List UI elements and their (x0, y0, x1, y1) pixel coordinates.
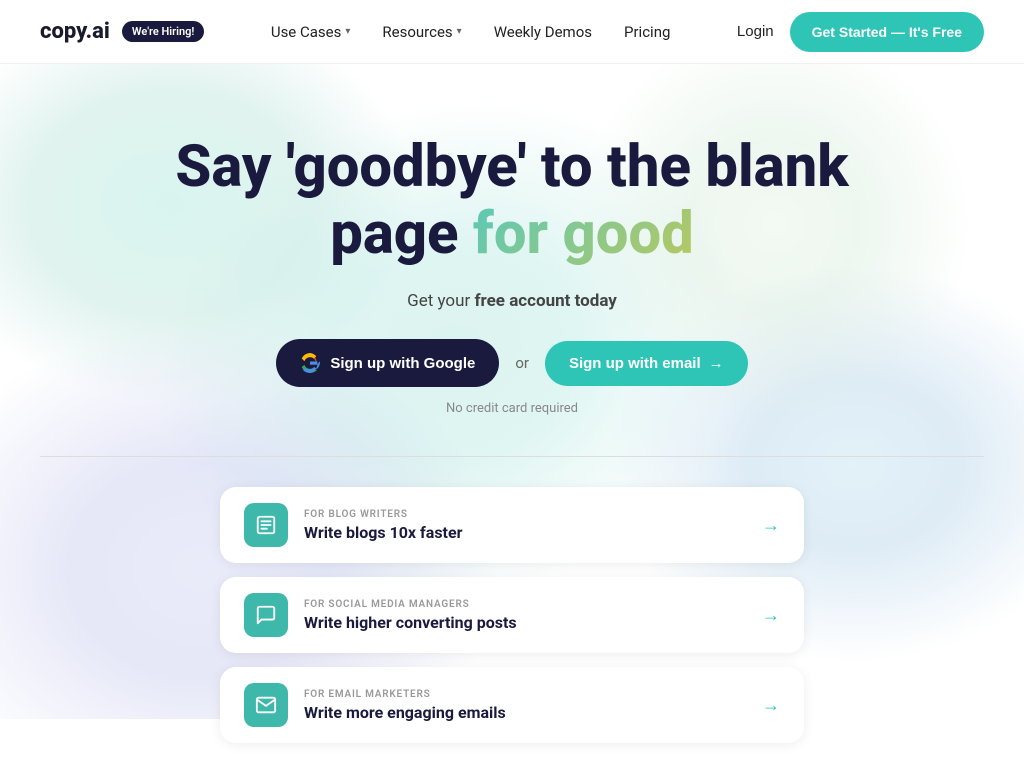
use-case-card[interactable]: For Email Marketers Write more engaging … (220, 667, 804, 743)
use-case-label: For Social Media Managers (304, 599, 746, 610)
nav-resources[interactable]: Resources ▾ (382, 23, 461, 41)
email-signup-button[interactable]: Sign up with email → (545, 341, 748, 386)
arrow-icon: → (762, 695, 780, 716)
use-case-label: For Email Marketers (304, 689, 746, 700)
hero-subtitle: Get your free account today (0, 291, 1024, 311)
hero-buttons: Sign up with Google or Sign up with emai… (0, 339, 1024, 387)
use-case-text: For Social Media Managers Write higher c… (304, 599, 746, 632)
use-case-card[interactable]: For Social Media Managers Write higher c… (220, 577, 804, 653)
login-button[interactable]: Login (737, 23, 774, 40)
arrow-icon: → (762, 515, 780, 536)
arrow-icon: → (762, 605, 780, 626)
navbar: copy.ai We're Hiring! Use Cases ▾ Resour… (0, 0, 1024, 64)
or-text: or (515, 354, 529, 372)
nav-center: Use Cases ▾ Resources ▾ Weekly Demos Pri… (271, 23, 671, 41)
use-case-label: For Blog Writers (304, 509, 746, 520)
use-case-title: Write blogs 10x faster (304, 523, 746, 542)
use-case-icon (244, 503, 288, 547)
use-case-title: Write higher converting posts (304, 613, 746, 632)
hero-title-gradient: for good (473, 200, 694, 268)
chevron-down-icon: ▾ (345, 26, 350, 37)
use-case-icon (244, 683, 288, 727)
logo[interactable]: copy.ai (40, 19, 110, 44)
google-icon (300, 353, 320, 373)
use-case-icon (244, 593, 288, 637)
nav-right: Login Get Started — It's Free (737, 12, 984, 52)
nav-use-cases[interactable]: Use Cases ▾ (271, 23, 351, 41)
nav-pricing[interactable]: Pricing (624, 23, 670, 41)
chevron-down-icon: ▾ (457, 26, 462, 37)
use-case-text: For Blog Writers Write blogs 10x faster (304, 509, 746, 542)
nav-weekly-demos[interactable]: Weekly Demos (494, 23, 592, 41)
no-credit-card-text: No credit card required (0, 401, 1024, 416)
hero-title: Say 'goodbye' to the blank page for good (172, 134, 852, 267)
use-case-title: Write more engaging emails (304, 703, 746, 722)
nav-left: copy.ai We're Hiring! (40, 19, 204, 44)
arrow-icon: → (709, 355, 724, 372)
hero-section: Say 'goodbye' to the blank page for good… (0, 64, 1024, 416)
get-started-button[interactable]: Get Started — It's Free (790, 12, 984, 52)
hiring-badge[interactable]: We're Hiring! (122, 21, 204, 42)
use-case-text: For Email Marketers Write more engaging … (304, 689, 746, 722)
use-case-card[interactable]: For Blog Writers Write blogs 10x faster … (220, 487, 804, 563)
use-cases-section: For Blog Writers Write blogs 10x faster … (0, 457, 1024, 773)
google-signup-button[interactable]: Sign up with Google (276, 339, 499, 387)
